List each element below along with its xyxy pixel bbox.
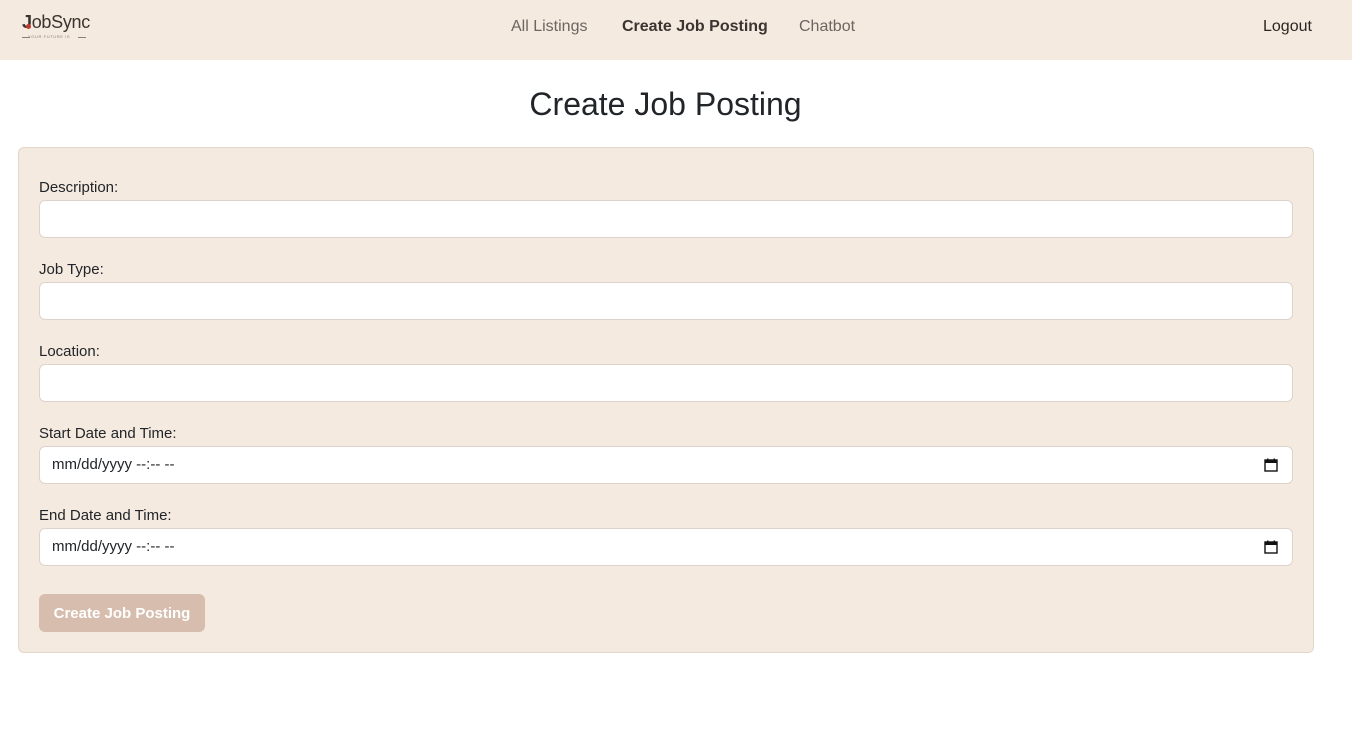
nav-link-all-listings[interactable]: All Listings — [511, 18, 587, 36]
location-input[interactable] — [39, 364, 1293, 402]
start-datetime-input[interactable]: mm/dd/yyyy --:-- -- — [39, 446, 1293, 484]
nav-link-create-job-posting[interactable]: Create Job Posting — [622, 18, 768, 36]
calendar-icon[interactable] — [1264, 540, 1278, 554]
end-datetime-placeholder: mm/dd/yyyy --:-- -- — [52, 538, 175, 555]
logout-link[interactable]: Logout — [1263, 18, 1312, 36]
page-title: Create Job Posting — [529, 86, 802, 122]
job-type-input[interactable] — [39, 282, 1293, 320]
job-type-label: Job Type: — [39, 261, 104, 278]
description-label: Description: — [39, 179, 119, 196]
description-input[interactable] — [39, 200, 1293, 238]
job-posting-form: Description: Job Type: Location: Start D… — [18, 147, 1314, 653]
location-label: Location: — [39, 343, 100, 360]
create-job-posting-button[interactable]: Create Job Posting — [39, 594, 205, 632]
main-nav: All Listings Create Job Posting Chatbot — [0, 0, 1352, 60]
start-datetime-placeholder: mm/dd/yyyy --:-- -- — [52, 456, 175, 473]
calendar-icon[interactable] — [1264, 458, 1278, 472]
navbar: JobSync YOUR FUTURE IS All Listings Crea… — [0, 0, 1352, 60]
end-datetime-label: End Date and Time: — [39, 507, 172, 524]
start-datetime-label: Start Date and Time: — [39, 425, 177, 442]
end-datetime-input[interactable]: mm/dd/yyyy --:-- -- — [39, 528, 1293, 566]
nav-link-chatbot[interactable]: Chatbot — [799, 18, 855, 36]
